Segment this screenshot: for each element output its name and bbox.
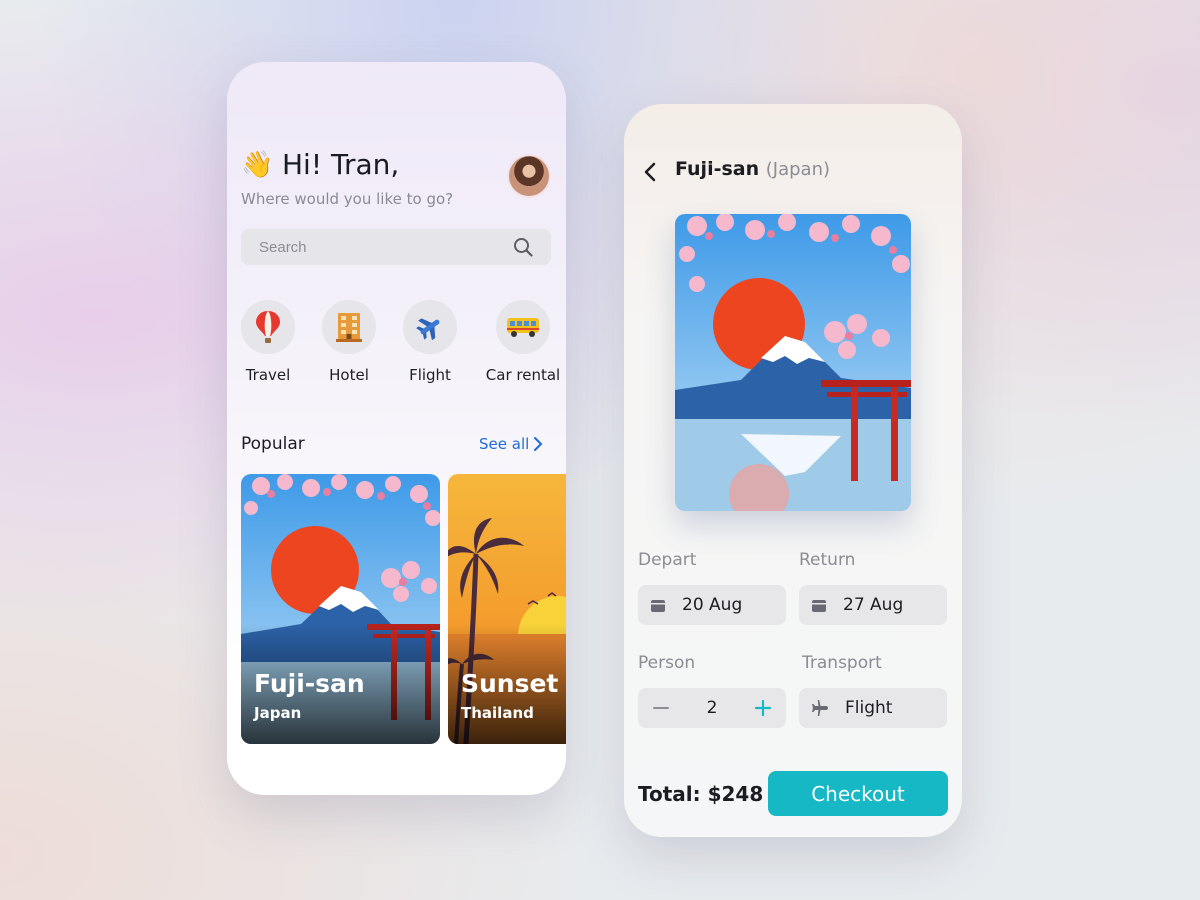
hot-air-balloon-icon: [256, 311, 280, 343]
depart-date-field[interactable]: 20 Aug: [638, 585, 786, 625]
chevron-right-icon: [534, 437, 543, 451]
transport-value: Flight: [845, 698, 893, 718]
total-price: Total: $248: [638, 782, 764, 806]
bus-icon: [507, 318, 539, 337]
see-all-link[interactable]: See all: [479, 435, 543, 453]
search-placeholder: Search: [259, 238, 307, 256]
page-title: Fuji-san (Japan): [675, 158, 831, 180]
hotel-building-icon: [336, 313, 362, 342]
page-subtitle: (Japan): [765, 159, 831, 180]
category-label: Flight: [409, 366, 451, 384]
transport-select[interactable]: Flight: [799, 688, 947, 728]
depart-date-value: 20 Aug: [682, 595, 743, 615]
calendar-icon: [651, 599, 665, 612]
category-travel[interactable]: Travel: [230, 300, 306, 384]
search-icon[interactable]: [513, 237, 533, 257]
detail-screen: Fuji-san (Japan) Depart Return 20 Aug 27…: [624, 104, 962, 837]
transport-label: Transport: [802, 653, 882, 673]
destination-card-fuji[interactable]: Fuji-san Japan: [241, 474, 440, 744]
minus-icon[interactable]: [652, 699, 670, 717]
fuji-illustration: [675, 214, 911, 511]
depart-label: Depart: [638, 550, 697, 570]
category-label: Travel: [245, 366, 291, 384]
destination-name: Sunset Beach: [461, 669, 566, 698]
category-car-rental[interactable]: Car rental: [485, 300, 561, 384]
airplane-icon: [416, 318, 440, 341]
destination-country: Japan: [254, 704, 302, 722]
checkout-button[interactable]: Checkout: [768, 771, 948, 816]
destination-country: Thailand: [461, 704, 534, 722]
calendar-icon: [812, 599, 826, 612]
category-flight[interactable]: Flight: [392, 300, 468, 384]
back-chevron-icon[interactable]: [642, 160, 658, 184]
greeting-subtitle: Where would you like to go?: [241, 190, 454, 208]
return-label: Return: [799, 550, 856, 570]
category-label: Car rental: [485, 366, 561, 384]
person-count: 2: [706, 698, 718, 718]
return-date-value: 27 Aug: [843, 595, 904, 615]
greeting-title: Hi! Tran,: [282, 148, 400, 181]
airplane-icon: [812, 700, 828, 716]
person-label: Person: [638, 653, 696, 673]
avatar[interactable]: [507, 154, 551, 198]
plus-icon[interactable]: [754, 699, 772, 717]
destination-hero-image: [675, 214, 911, 511]
waving-hand-icon: 👋: [241, 150, 274, 180]
popular-title: Popular: [241, 434, 305, 454]
destination-card-sunset-beach[interactable]: Sunset Beach Thailand: [448, 474, 566, 744]
return-date-field[interactable]: 27 Aug: [799, 585, 947, 625]
category-label: Hotel: [329, 366, 369, 384]
search-input[interactable]: Search: [241, 229, 551, 265]
home-screen: 👋 Hi! Tran, Where would you like to go? …: [227, 62, 566, 795]
destination-name: Fuji-san: [254, 669, 365, 698]
person-stepper[interactable]: 2: [638, 688, 786, 728]
category-hotel[interactable]: Hotel: [311, 300, 387, 384]
